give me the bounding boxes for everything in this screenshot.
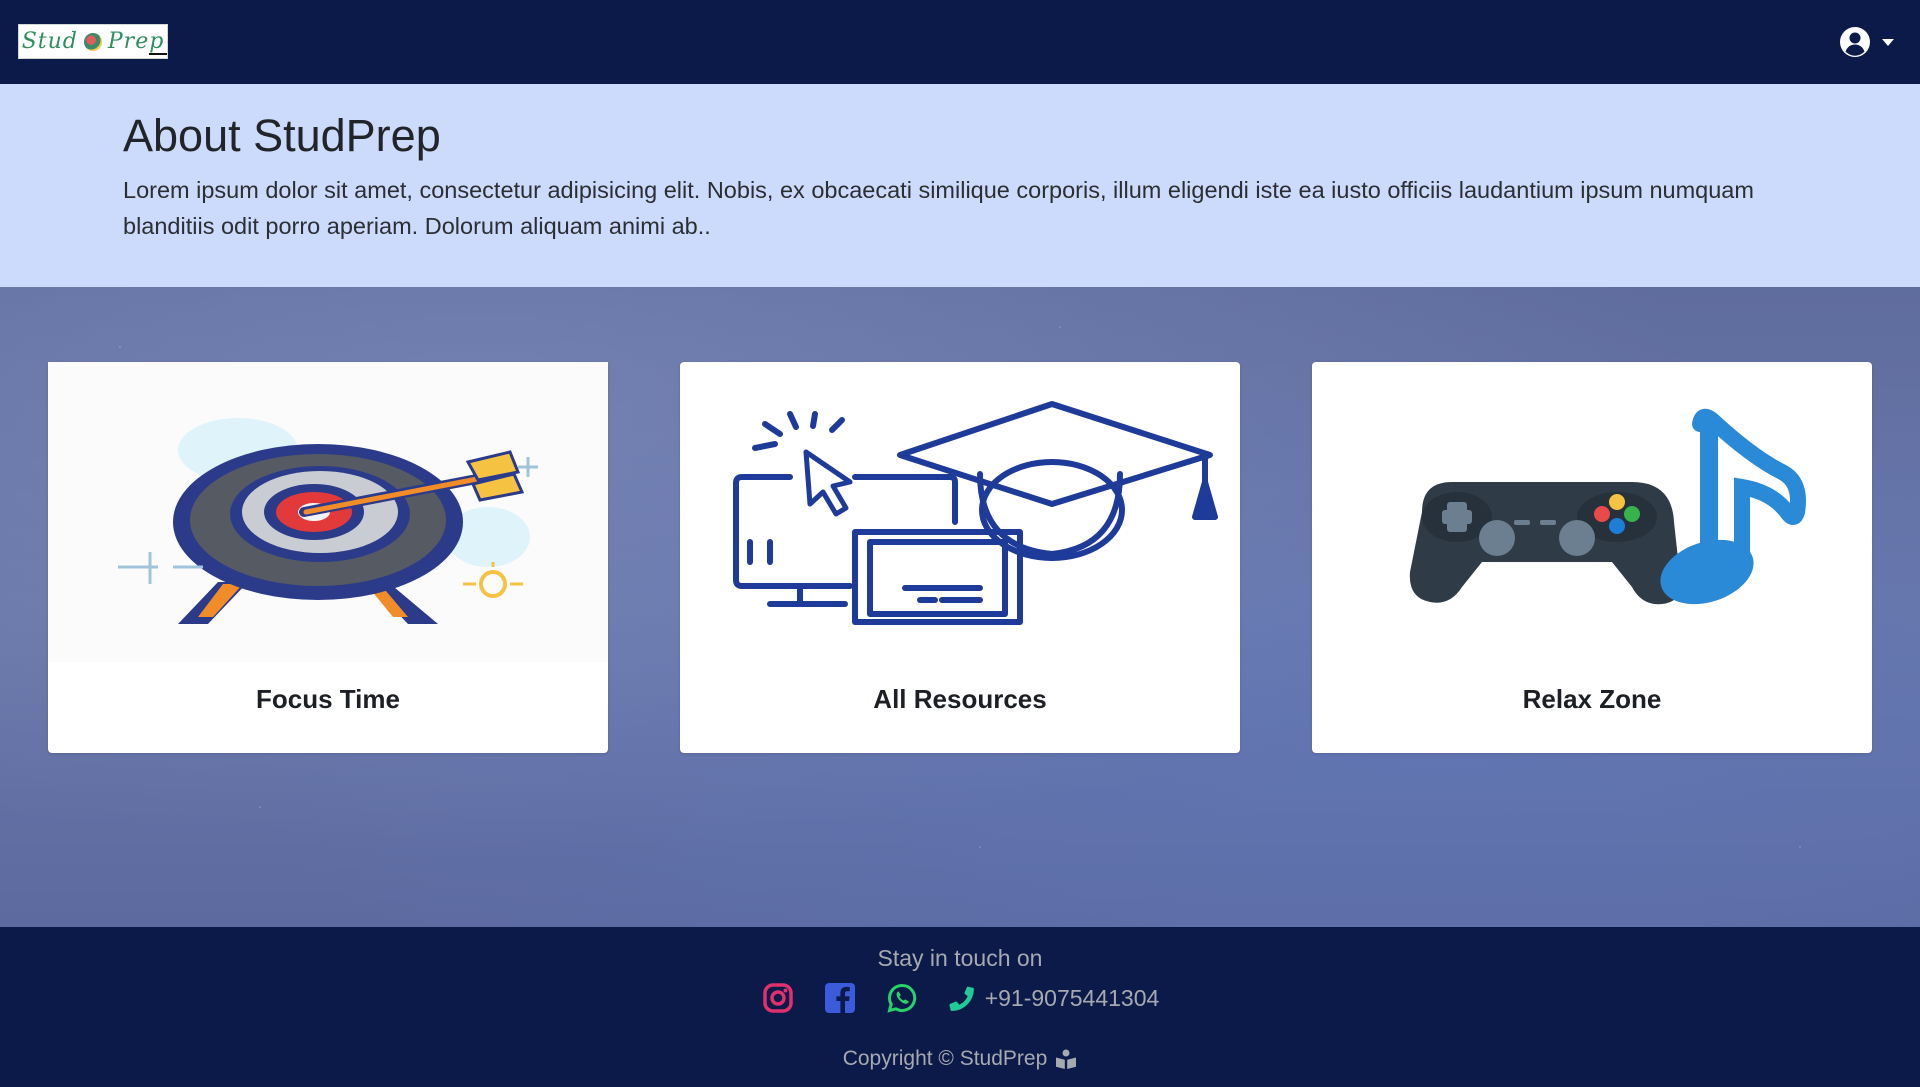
feature-cards-area: Focus Time All Resources Relax Zone — [0, 287, 1920, 927]
about-description: Lorem ipsum dolor sit amet, consectetur … — [123, 177, 1754, 239]
phone-contact[interactable]: +91-9075441304 — [947, 983, 1160, 1013]
logo-wordmark: Stud Prep — [21, 29, 165, 54]
card-title: Relax Zone — [1522, 684, 1662, 714]
card-image — [1312, 362, 1872, 662]
stay-in-touch-label: Stay in touch on — [877, 945, 1043, 971]
instagram-icon — [762, 983, 793, 1013]
phone-icon — [949, 986, 974, 1012]
card-image — [48, 362, 608, 662]
user-menu-toggle[interactable] — [1838, 24, 1894, 60]
card-all-resources[interactable]: All Resources — [680, 362, 1240, 753]
card-focus-time[interactable]: Focus Time — [48, 362, 608, 753]
whatsapp-icon — [887, 983, 916, 1013]
brand-logo[interactable]: Stud Prep — [18, 24, 168, 59]
card-image — [680, 362, 1240, 662]
about-section: About StudPrep Lorem ipsum dolor sit ame… — [0, 84, 1920, 287]
gamepad-music-icon — [1409, 408, 1806, 605]
phone-number: +91-9075441304 — [984, 984, 1160, 1011]
graduation-computer-icon — [733, 401, 1218, 625]
copyright: Copyright © StudPrep — [0, 1047, 1920, 1071]
logo-arrow-decoration — [149, 53, 167, 55]
instagram-link[interactable] — [761, 981, 795, 1015]
card-title: Focus Time — [255, 684, 400, 714]
social-links: +91-9075441304 — [0, 981, 1920, 1015]
book-reader-icon — [1056, 1049, 1077, 1069]
facebook-link[interactable] — [823, 981, 857, 1015]
copyright-text: Copyright © StudPrep — [842, 1047, 1048, 1070]
logo-emblem-icon — [83, 32, 102, 51]
caret-down-icon — [1882, 38, 1894, 46]
navbar: Stud Prep — [0, 0, 1920, 84]
footer: Stay in touch on +91-9075441304 Copyrigh… — [0, 927, 1920, 1087]
whatsapp-link[interactable] — [885, 981, 919, 1015]
facebook-icon — [824, 983, 855, 1013]
card-title: All Resources — [873, 684, 1047, 714]
user-circle-icon — [1840, 27, 1870, 57]
about-title: About StudPrep — [123, 110, 441, 161]
card-relax-zone[interactable]: Relax Zone — [1312, 362, 1872, 753]
target-arrow-icon — [48, 362, 608, 662]
